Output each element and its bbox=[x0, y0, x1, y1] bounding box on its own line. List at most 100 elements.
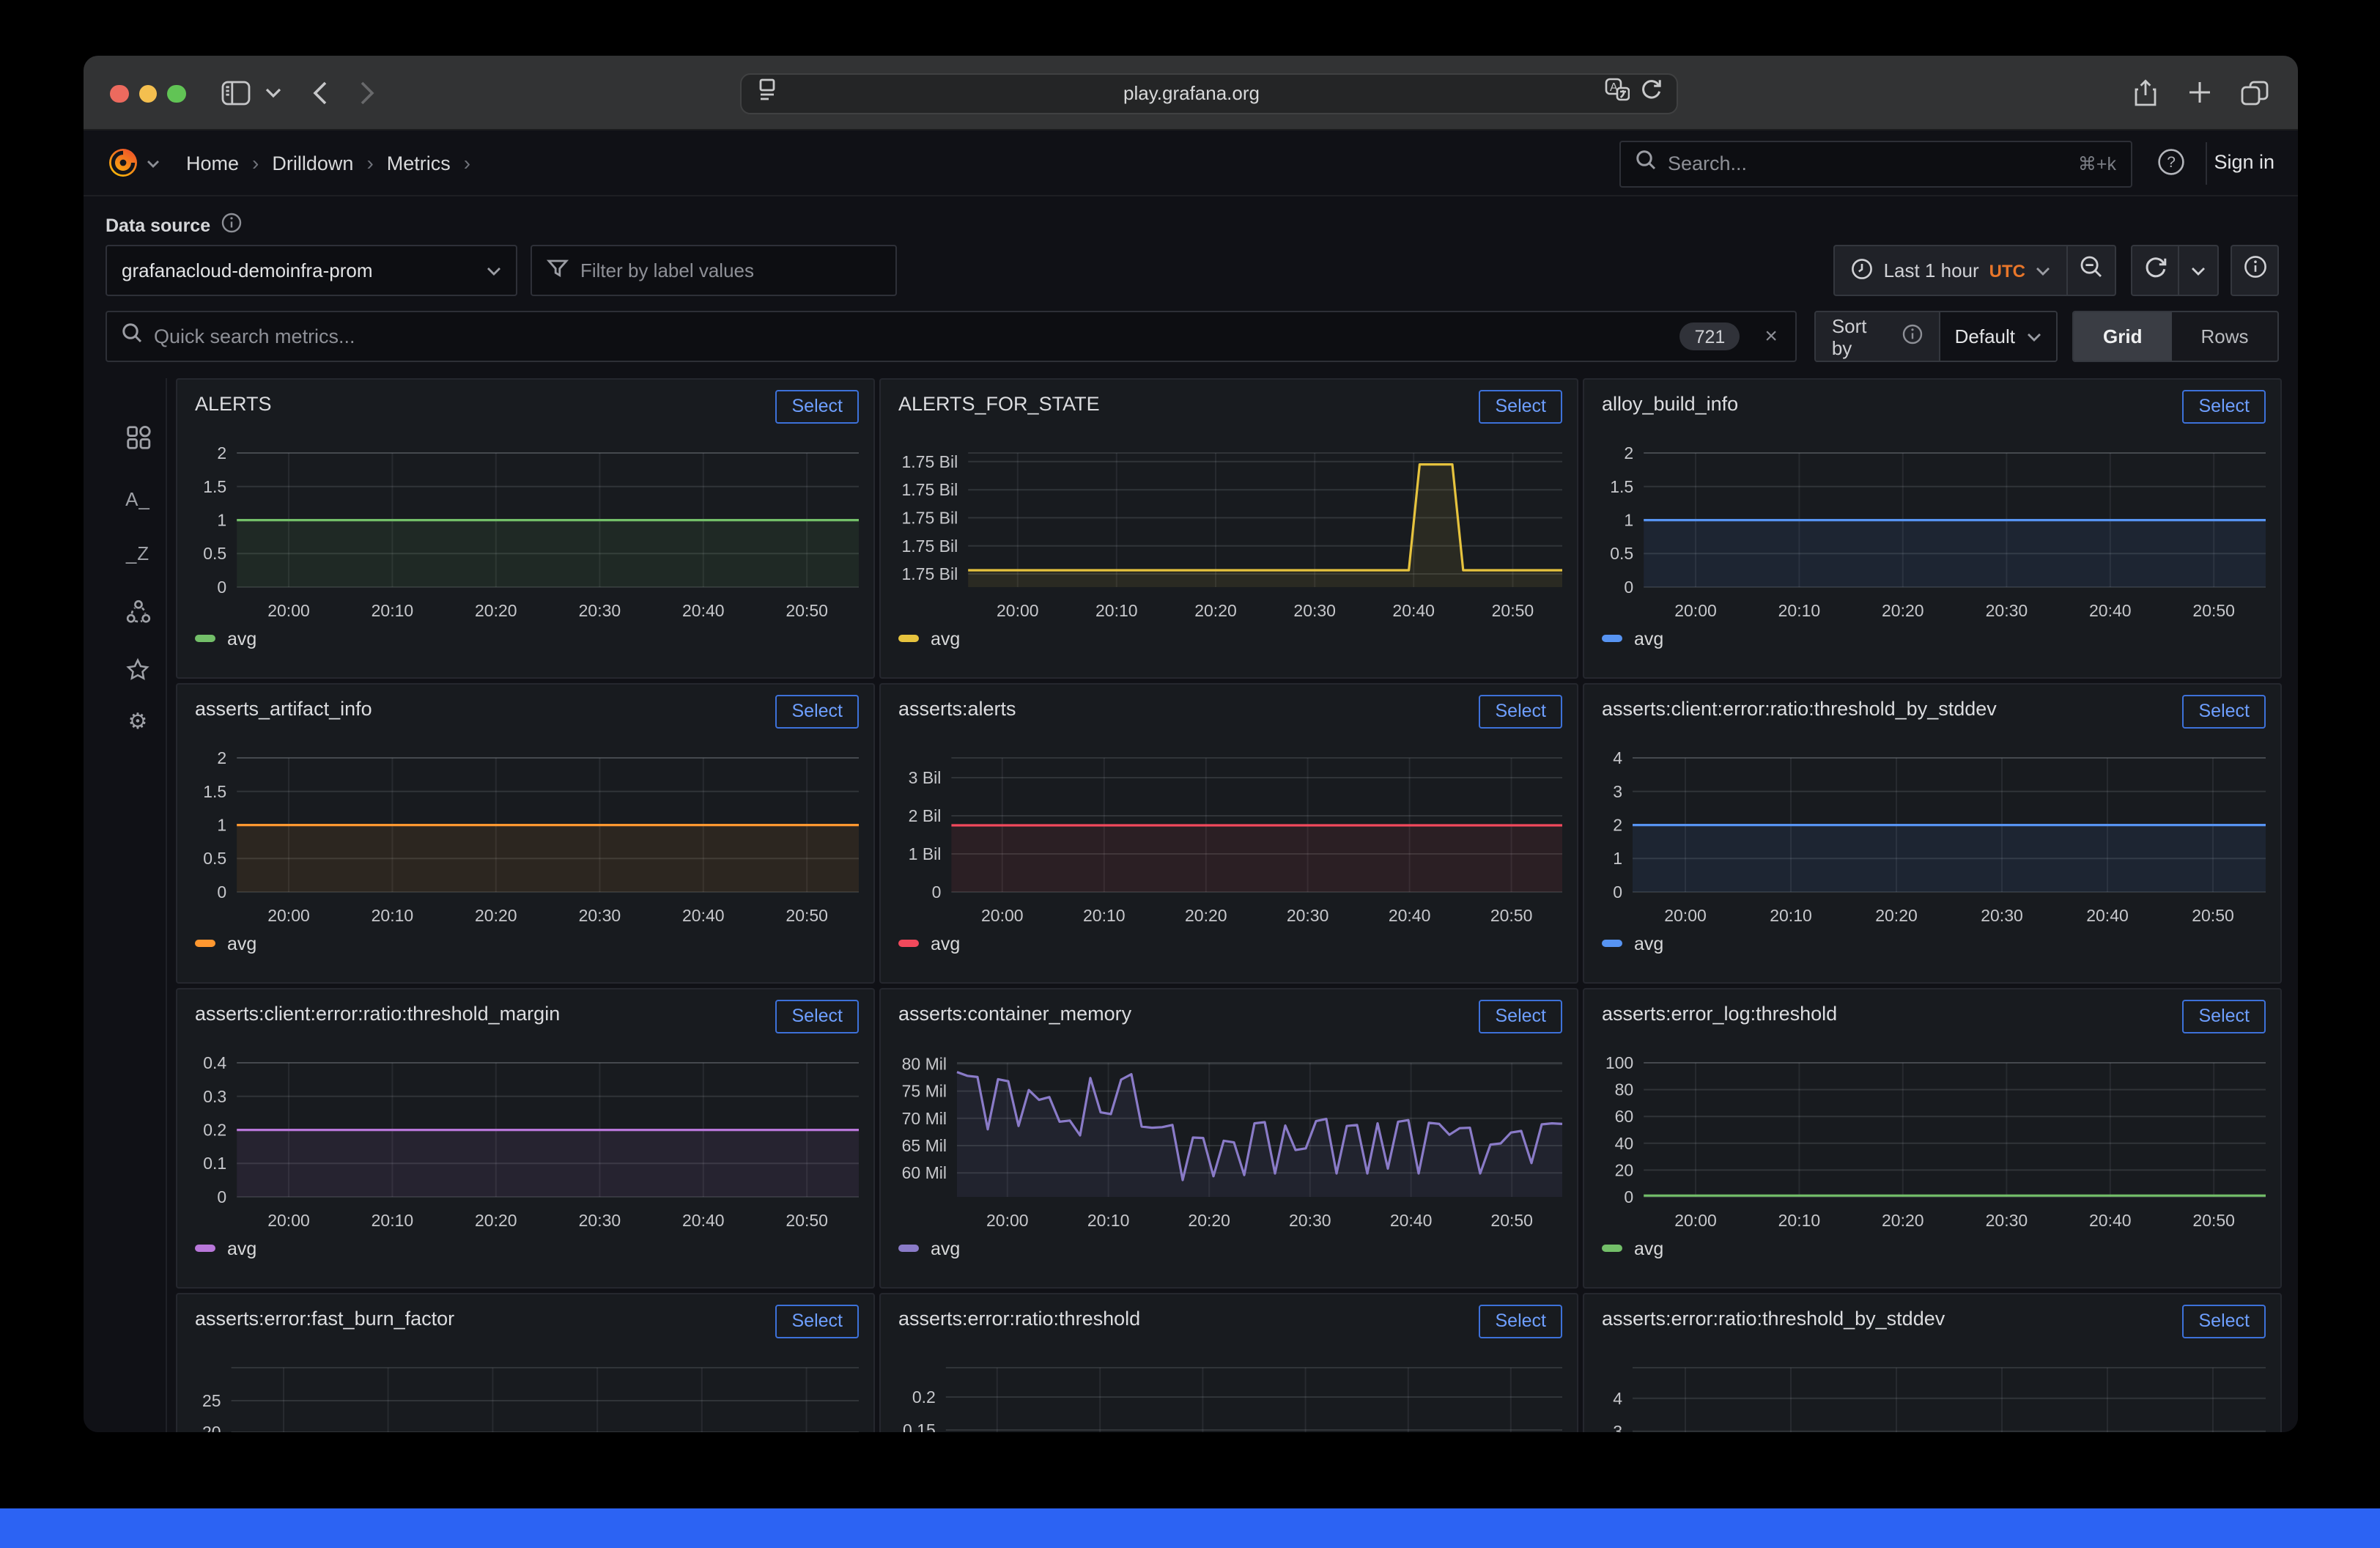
svg-text:3 Bil: 3 Bil bbox=[909, 767, 942, 786]
refresh-button[interactable] bbox=[2131, 245, 2179, 296]
data-source-select[interactable]: grafanacloud-demoinfra-prom bbox=[106, 245, 517, 296]
new-tab-icon bbox=[2188, 81, 2211, 105]
panel-chart[interactable]: 20:0020:1020:2020:3020:4020:5021.510.50 bbox=[1584, 379, 2282, 678]
svg-text:0.2: 0.2 bbox=[912, 1387, 936, 1406]
zoom-out-button[interactable] bbox=[2068, 245, 2116, 296]
side-rail: A_ _Z ⚙ bbox=[110, 377, 167, 1432]
legend-swatch bbox=[195, 940, 215, 947]
svg-text:1 Bil: 1 Bil bbox=[909, 844, 942, 863]
zoom-window-button[interactable] bbox=[167, 84, 185, 103]
panel-chart[interactable]: 20:0020:1020:2020:3020:4020:501.75 Bil1.… bbox=[881, 379, 1578, 678]
sidebar-menu-button[interactable] bbox=[259, 55, 286, 130]
svg-text:0: 0 bbox=[1613, 882, 1622, 901]
panel-legend[interactable]: avg bbox=[1602, 933, 1663, 954]
sidebar-toggle-button[interactable] bbox=[215, 55, 256, 130]
panel-chart[interactable]: 20:0020:1020:2020:3020:4020:500.20.150.1 bbox=[881, 1294, 1578, 1432]
panel-chart[interactable]: 20:0020:1020:2020:3020:4020:500.40.30.20… bbox=[177, 989, 875, 1288]
svg-text:1.5: 1.5 bbox=[203, 781, 226, 800]
org-switcher-chevron-icon[interactable] bbox=[147, 150, 160, 176]
address-bar[interactable]: play.grafana.org A bbox=[740, 73, 1678, 114]
rail-button-sort-az[interactable]: A_ bbox=[110, 476, 166, 520]
label-filter-input[interactable]: Filter by label values bbox=[531, 245, 897, 296]
svg-text:75 Mil: 75 Mil bbox=[902, 1081, 947, 1100]
panel-legend[interactable]: avg bbox=[195, 933, 256, 954]
panel-grid: ALERTS Select 20:0020:1020:2020:3020:402… bbox=[176, 377, 2282, 1432]
zoom-out-icon bbox=[2080, 255, 2103, 286]
info-icon[interactable] bbox=[221, 213, 241, 237]
panel-chart[interactable]: 20:0020:1020:2020:3020:4020:5021.510.50 bbox=[177, 379, 875, 678]
info-icon[interactable] bbox=[1902, 324, 1923, 349]
back-button[interactable] bbox=[303, 55, 336, 130]
svg-text:20:30: 20:30 bbox=[1981, 905, 2023, 924]
search-shortcut: ⌘+k bbox=[2078, 153, 2116, 175]
breadcrumb-item[interactable]: Home bbox=[186, 152, 239, 174]
panel-legend[interactable]: avg bbox=[195, 628, 256, 649]
chevron-down-icon bbox=[265, 88, 281, 98]
grafana-logo[interactable] bbox=[107, 147, 139, 179]
svg-text:0: 0 bbox=[217, 577, 226, 596]
page-info-button[interactable] bbox=[2231, 245, 2279, 296]
tab-overview-button[interactable] bbox=[2235, 55, 2273, 130]
breadcrumb-item[interactable]: Drilldown bbox=[272, 152, 353, 174]
sort-select[interactable]: Default bbox=[1939, 312, 2056, 361]
sort-value: Default bbox=[1955, 325, 2015, 347]
view-toggle-grid[interactable]: Grid bbox=[2074, 312, 2171, 361]
panel-legend[interactable]: avg bbox=[898, 933, 960, 954]
panel-chart[interactable]: 20:0020:1020:2020:3020:4020:5080 Mil75 M… bbox=[881, 989, 1578, 1288]
svg-text:2 Bil: 2 Bil bbox=[909, 806, 942, 825]
svg-text:20:20: 20:20 bbox=[1194, 600, 1237, 619]
panel-legend[interactable]: avg bbox=[898, 1238, 960, 1258]
new-tab-button[interactable] bbox=[2182, 55, 2217, 130]
svg-text:1.5: 1.5 bbox=[1610, 476, 1633, 495]
svg-text:1: 1 bbox=[217, 815, 226, 834]
svg-text:20: 20 bbox=[202, 1422, 221, 1432]
svg-text:0.5: 0.5 bbox=[1610, 543, 1633, 562]
svg-text:1.75 Bil: 1.75 Bil bbox=[901, 564, 958, 583]
quick-search-input[interactable]: Quick search metrics... 721 × bbox=[106, 311, 1797, 362]
panel-chart[interactable]: 20:0020:1020:2020:3020:4020:50252015 bbox=[177, 1294, 875, 1432]
rail-button-sort-za[interactable]: _Z bbox=[110, 531, 166, 575]
svg-text:2: 2 bbox=[1624, 443, 1633, 462]
view-toggle-rows[interactable]: Rows bbox=[2172, 312, 2278, 361]
svg-text:100: 100 bbox=[1605, 1053, 1633, 1072]
close-window-button[interactable] bbox=[110, 84, 128, 103]
panel-chart[interactable]: 20:0020:1020:2020:3020:4020:5043210 bbox=[1584, 684, 2282, 983]
close-icon[interactable]: × bbox=[1764, 325, 1778, 347]
panel-legend[interactable]: avg bbox=[1602, 1238, 1663, 1258]
panel-legend[interactable]: avg bbox=[195, 1238, 256, 1258]
share-button[interactable] bbox=[2128, 55, 2163, 130]
svg-text:0: 0 bbox=[217, 1187, 226, 1206]
svg-text:0: 0 bbox=[932, 882, 942, 901]
rail-button-gear[interactable]: ⚙ bbox=[110, 699, 166, 742]
svg-text:20:00: 20:00 bbox=[997, 600, 1039, 619]
panel-chart[interactable]: 20:0020:1020:2020:3020:4020:501008060402… bbox=[1584, 989, 2282, 1288]
rail-button-apps[interactable] bbox=[110, 416, 166, 460]
search-input[interactable]: Search... ⌘+k bbox=[1619, 141, 2132, 187]
svg-text:20:30: 20:30 bbox=[1293, 600, 1336, 619]
translate-icon[interactable]: A bbox=[1605, 78, 1630, 108]
panel-legend[interactable]: avg bbox=[1602, 628, 1663, 649]
time-range-picker[interactable]: Last 1 hour UTC bbox=[1834, 245, 2068, 296]
reload-icon[interactable] bbox=[1640, 78, 1662, 108]
refresh-interval-dropdown[interactable] bbox=[2179, 245, 2219, 296]
window-controls bbox=[110, 84, 185, 103]
svg-text:20:30: 20:30 bbox=[579, 905, 621, 924]
sort-za-icon: _Z bbox=[126, 542, 149, 564]
svg-text:2: 2 bbox=[1613, 815, 1622, 834]
metric-panel: asserts:error:ratio:threshold Select 20:… bbox=[879, 1292, 1578, 1432]
data-source-label: Data source bbox=[106, 215, 210, 235]
url-text: play.grafana.org bbox=[778, 82, 1605, 104]
panel-chart[interactable]: 20:0020:1020:2020:3020:4020:503 Bil2 Bil… bbox=[881, 684, 1578, 983]
help-button[interactable]: ? bbox=[2157, 148, 2185, 183]
panel-chart[interactable]: 20:0020:1020:2020:3020:4020:50432 bbox=[1584, 1294, 2282, 1432]
sign-in-button[interactable]: Sign in bbox=[2214, 151, 2274, 173]
panel-chart[interactable]: 20:0020:1020:2020:3020:4020:5021.510.50 bbox=[177, 684, 875, 983]
rail-button-star[interactable] bbox=[110, 647, 166, 691]
breadcrumb-item[interactable]: Metrics bbox=[387, 152, 451, 174]
forward-button[interactable] bbox=[350, 55, 382, 130]
rail-button-related-metrics[interactable] bbox=[110, 590, 166, 634]
svg-text:20:50: 20:50 bbox=[786, 600, 828, 619]
panel-legend[interactable]: avg bbox=[898, 628, 960, 649]
minimize-window-button[interactable] bbox=[138, 84, 157, 103]
timezone-label: UTC bbox=[1989, 260, 2025, 281]
